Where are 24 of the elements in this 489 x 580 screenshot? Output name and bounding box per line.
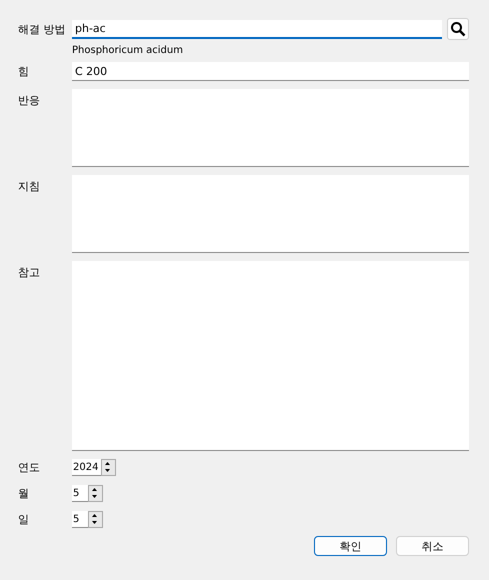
number-spinner[interactable]: 2024	[72, 459, 116, 476]
field-label: 힘	[18, 64, 30, 79]
down-arrow-icon[interactable]	[89, 492, 100, 500]
up-arrow-icon[interactable]	[89, 512, 100, 518]
down-arrow-icon[interactable]	[89, 518, 100, 526]
ok-button[interactable]: 확인	[314, 536, 387, 556]
field-label: 일	[18, 512, 30, 527]
field-label: 월	[18, 486, 30, 501]
search-button[interactable]	[447, 18, 469, 40]
search-icon	[450, 21, 466, 37]
down-arrow-icon[interactable]	[102, 466, 113, 474]
cancel-button[interactable]: 취소	[396, 536, 469, 556]
number-spinner[interactable]: 5	[72, 485, 103, 502]
field-label: 참고	[18, 265, 41, 280]
up-arrow-icon[interactable]	[102, 460, 113, 466]
up-arrow-icon[interactable]	[89, 486, 100, 492]
number-spinner[interactable]: 5	[72, 511, 103, 528]
field-label: 반응	[18, 93, 41, 108]
field-label: 지침	[18, 179, 41, 194]
remedy-field[interactable]: ph-ac	[72, 20, 442, 38]
field-label: 연도	[18, 460, 41, 475]
field-label: 해결 방법	[18, 22, 66, 36]
remedy-description: Phosphoricum acidum	[72, 45, 184, 56]
potency-field[interactable]: C 200	[72, 62, 469, 81]
